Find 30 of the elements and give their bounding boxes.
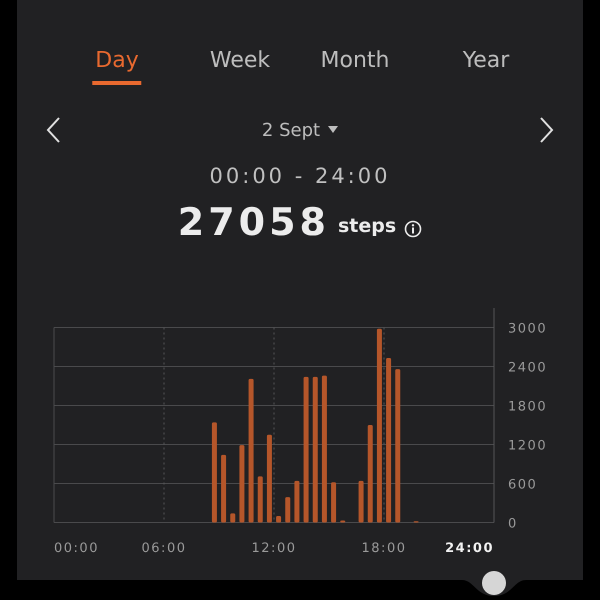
steps-unit: steps <box>338 214 396 239</box>
date-dropdown[interactable]: 2 Sept <box>262 116 338 144</box>
bar <box>358 480 364 522</box>
y-axis-label: 3000 <box>508 322 548 336</box>
y-axis-label: 1800 <box>508 400 548 414</box>
bar <box>276 516 282 522</box>
x-axis-label: 06:00 <box>142 541 186 556</box>
bar <box>285 497 290 522</box>
bar <box>230 513 236 522</box>
period-tab[interactable]: Day <box>92 40 142 85</box>
info-icon[interactable] <box>404 220 422 238</box>
y-axis-label: 2400 <box>508 360 548 376</box>
y-axis-label: 600 <box>508 478 538 492</box>
bar <box>331 482 336 522</box>
period-tab[interactable]: Month <box>318 40 392 85</box>
bar <box>294 480 300 522</box>
period-tab[interactable]: Year <box>460 40 512 85</box>
x-axis-label: 12:00 <box>252 541 296 556</box>
x-axis-label: 18:00 <box>362 541 406 556</box>
y-axis-label: 1200 <box>508 438 548 454</box>
step-count: 27058 <box>178 198 330 246</box>
caret-icon <box>328 126 338 134</box>
bar <box>221 454 226 522</box>
x-axis-label: 00:00 <box>54 541 99 556</box>
scrubber-handle[interactable] <box>462 568 526 598</box>
bar <box>258 476 263 522</box>
time-range: 00:00 - 24:00 <box>208 163 392 190</box>
period-tab[interactable]: Week <box>206 40 274 85</box>
x-axis-label: 24:00 <box>445 541 494 556</box>
y-axis-label: 0 <box>508 516 518 532</box>
